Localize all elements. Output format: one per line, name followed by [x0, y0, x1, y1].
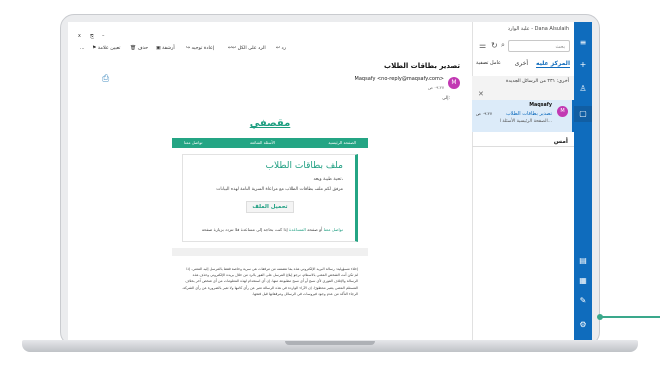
tab-other[interactable]: أخرى	[515, 60, 528, 67]
banner-text: أخرى: ٢٣١ من الرسائل الجديدة	[505, 79, 569, 84]
help-text: تواصل معنا أو صفحة المساعدة إذا كنت بحاج…	[201, 227, 343, 232]
message-toolbar: x ⎘ – ... ⚑ تعيين علامة 🗑 حذف ▣ أرشفة ↪ …	[68, 30, 472, 51]
message-date: ٠٩:٢٧ ص	[427, 85, 444, 90]
filter-select-icon[interactable]: ⚌	[479, 41, 486, 50]
archive-button[interactable]: ▣ أرشفة	[156, 46, 175, 51]
close-icon[interactable]: ✕	[478, 90, 484, 98]
outlook-window: x ⎘ – ... ⚑ تعيين علامة 🗑 حذف ▣ أرشفة ↪ …	[68, 22, 592, 340]
contacts-icon[interactable]: ▦	[578, 276, 588, 286]
content-card: ملف بطاقات الطلاب تحية طيبة وبعد، مرفق ل…	[182, 154, 358, 242]
minimize-button[interactable]: –	[102, 34, 104, 39]
list-item-sender: Maqsafy	[529, 103, 552, 108]
close-button[interactable]: x	[78, 34, 81, 39]
laptop-notch	[285, 341, 375, 345]
delete-button[interactable]: 🗑 حذف	[130, 46, 148, 51]
brand-logo[interactable]: مقصفي	[172, 118, 368, 129]
new-mail-icon[interactable]: +	[578, 60, 588, 70]
disclaimer-text: إخلاء مسؤولية: رسالة البريد الإلكتروني ه…	[182, 267, 358, 296]
group-label-yesterday: أمس	[553, 138, 568, 145]
popout-button[interactable]: ⎘	[90, 34, 94, 40]
attachment-icon[interactable]: ⎙	[102, 74, 109, 84]
newsletter-nav: الصفحة الرئيسية الأسئلة الشائعة تواصل مع…	[172, 138, 368, 148]
help-link-support[interactable]: المساعدة	[289, 227, 306, 232]
trash-icon: 🗑	[130, 46, 138, 51]
inbox-tabs: المركز عليه أخرى عامل تصفية	[474, 60, 570, 72]
mail-icon[interactable]: ▢	[578, 109, 588, 119]
download-file-button[interactable]: تحميل الملف	[246, 201, 294, 213]
nav-contact-link[interactable]: تواصل معنا	[184, 140, 203, 145]
list-item-time: ٠٩:٢٧ ص	[476, 111, 493, 116]
reply-all-button[interactable]: ↩↩ الرد على الكل	[228, 46, 266, 51]
nav-faq-link[interactable]: الأسئلة الشائعة	[250, 140, 275, 145]
settings-icon[interactable]: ⚙	[578, 320, 588, 330]
help-link-contact[interactable]: تواصل معنا	[324, 227, 343, 232]
reading-pane: x ⎘ – ... ⚑ تعيين علامة 🗑 حذف ▣ أرشفة ↪ …	[68, 22, 472, 340]
search-icon[interactable]: ⌕	[501, 41, 505, 50]
sender-avatar[interactable]: M	[448, 77, 460, 89]
section-divider	[172, 248, 368, 256]
attach-icon[interactable]: ✎	[578, 296, 588, 306]
laptop-scene: x ⎘ – ... ⚑ تعيين علامة 🗑 حذف ▣ أرشفة ↪ …	[0, 0, 660, 376]
menu-icon[interactable]: ≡	[578, 38, 588, 48]
card-body: مرفق لكم ملف بطاقات الطلاب مع مراعاة الس…	[216, 187, 343, 192]
nav-home-link[interactable]: الصفحة الرئيسية	[328, 140, 356, 145]
refresh-icon[interactable]: ↻	[491, 41, 498, 50]
tab-focused[interactable]: المركز عليه	[535, 60, 570, 68]
message-list-pane: علبة الوارد - Dana Alsulaih بحث ⚌ ↻ ⌕ ال…	[472, 22, 574, 340]
reply-button[interactable]: ↩ رد	[276, 46, 286, 51]
avatar: M	[557, 106, 568, 117]
list-item-preview: الصفحة الرئيسية الأسئلة ا...	[499, 119, 552, 124]
decorative-line	[598, 316, 660, 318]
reply-all-icon: ↩↩	[228, 46, 238, 51]
list-item-subject: تصدير بطاقات الطلاب	[505, 111, 552, 117]
search-input[interactable]: بحث	[508, 40, 570, 52]
card-title: ملف بطاقات الطلاب	[265, 161, 343, 171]
recipient-label: إلى:	[442, 96, 450, 101]
newsletter-body: مقصفي الصفحة الرئيسية الأسئلة الشائعة تو…	[172, 108, 368, 340]
people-icon[interactable]: ♙	[578, 84, 588, 94]
filter-button[interactable]: عامل تصفية	[476, 60, 501, 66]
divider	[472, 146, 574, 147]
calendar-icon[interactable]: ▤	[578, 256, 588, 266]
decorative-dot	[597, 314, 603, 320]
more-actions-button[interactable]: ...	[80, 46, 85, 51]
app-nav-rail: ≡ + ♙ ▢ ▤ ▦ ✎ ⚙	[574, 22, 592, 340]
card-greeting: تحية طيبة وبعد،	[313, 177, 343, 182]
folder-header: علبة الوارد - Dana Alsulaih	[507, 26, 569, 32]
message-subject: تصدير بطاقات الطلاب	[384, 62, 460, 70]
sender-address[interactable]: Maqsafy <no-reply@maqsafy.com>	[355, 76, 444, 82]
forward-button[interactable]: ↪ إعادة توجيه	[186, 46, 214, 51]
flag-button[interactable]: ⚑ تعيين علامة	[92, 46, 120, 51]
list-item[interactable]: M Maqsafy تصدير بطاقات الطلاب ٠٩:٢٧ ص ال…	[472, 100, 574, 132]
